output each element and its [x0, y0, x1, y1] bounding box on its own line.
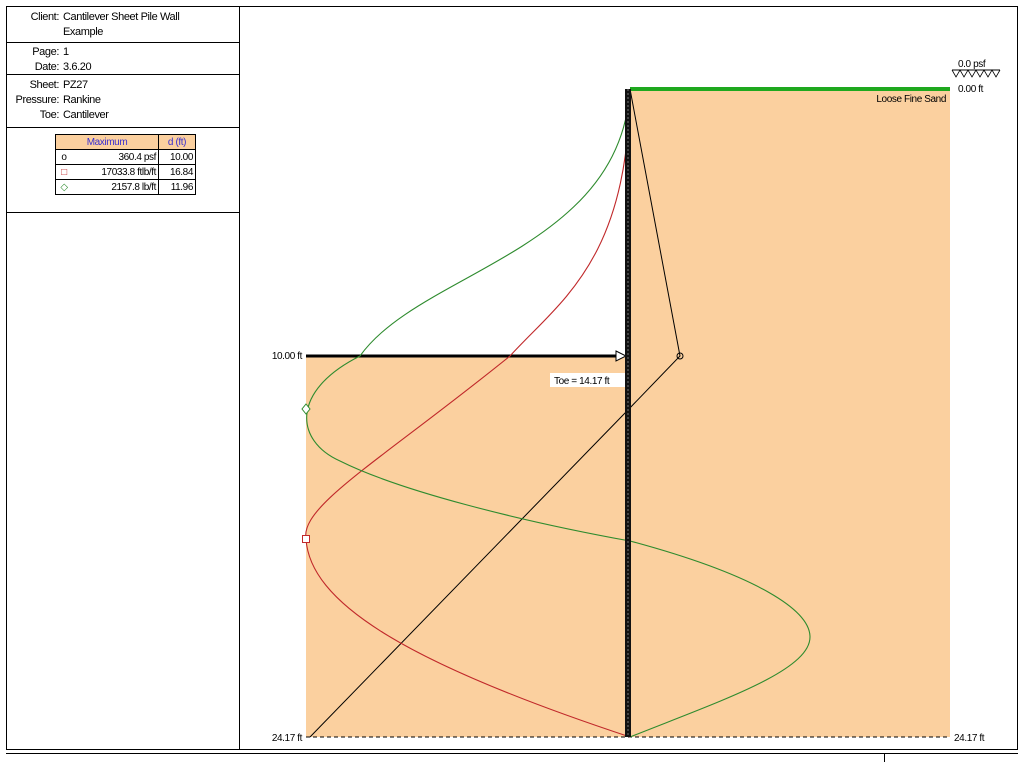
surcharge-label: 0.0 psf: [958, 59, 986, 70]
page-section: Page: 1 Date: 3.6.20: [7, 43, 239, 75]
bottom-elevation-left: 24.17 ft: [272, 733, 303, 744]
top-elevation-label: 0.00 ft: [958, 84, 984, 95]
toe-depth-label: Toe = 14.17 ft: [554, 376, 610, 387]
date-label: Date:: [34, 61, 60, 73]
client-section: Client: Cantilever Sheet Pile Wall Examp…: [7, 7, 239, 43]
pressure-value: Rankine: [63, 94, 101, 106]
max-shear-depth: 11.96: [158, 179, 196, 195]
page-label: Page:: [32, 46, 59, 58]
retained-soil: [630, 89, 950, 737]
max-pressure-value: 360.4 psf: [72, 149, 159, 165]
moment-max-marker: [302, 535, 310, 543]
sheet-pile-wall: [625, 89, 631, 737]
client-label: Client:: [30, 11, 60, 23]
excavated-side-soil: [306, 356, 630, 737]
maximum-header: Maximum: [55, 134, 159, 150]
report-frame: Client: Cantilever Sheet Pile Wall Examp…: [0, 0, 1024, 762]
info-panel: Client: Cantilever Sheet Pile Wall Examp…: [6, 6, 240, 750]
surcharge-icon: [951, 69, 1001, 78]
client-value: Cantilever Sheet Pile Wall: [63, 11, 180, 23]
toe-label: Toe:: [39, 109, 60, 121]
max-moment-value: 17033.8 ftlb/ft: [72, 164, 159, 180]
maxima-section: Maximum d (ft) o 360.4 psf 10.00 □ 17033…: [7, 128, 239, 213]
depth-header: d (ft): [158, 134, 196, 150]
toe-value: Cantilever: [63, 109, 109, 121]
diamond-marker-icon: ◇: [60, 181, 68, 193]
page-value: 1: [63, 46, 69, 58]
max-pressure-depth: 10.00: [158, 149, 196, 165]
soil-label: Loose Fine Sand: [876, 94, 946, 105]
table-row: o 360.4 psf 10.00: [55, 149, 196, 165]
square-marker-icon: □: [61, 166, 67, 178]
max-moment-depth: 16.84: [158, 164, 196, 180]
sheet-value: PZ27: [63, 79, 88, 91]
table-row: □ 17033.8 ftlb/ft 16.84: [55, 164, 196, 180]
client-value-line2: Example: [63, 26, 103, 38]
table-row: ◇ 2157.8 lb/ft 11.96: [55, 179, 196, 195]
date-value: 3.6.20: [63, 61, 92, 73]
pressure-label: Pressure:: [15, 94, 60, 106]
sheet-label: Sheet:: [29, 79, 60, 91]
maxima-table: Maximum d (ft) o 360.4 psf 10.00 □ 17033…: [55, 134, 196, 195]
design-section: Sheet: PZ27 Pressure: Rankine Toe: Canti…: [7, 75, 239, 128]
diagram-panel: 0.0 psf 0.00 ft Loose Fine Sand 10.00 ft…: [240, 6, 1018, 750]
wall-diagram: 0.0 psf 0.00 ft Loose Fine Sand 10.00 ft…: [272, 59, 1001, 744]
circle-marker-icon: o: [61, 151, 67, 163]
excavation-elevation-label: 10.00 ft: [272, 351, 303, 362]
bottom-elevation-right: 24.17 ft: [954, 733, 985, 744]
footer-strip: [6, 753, 1018, 762]
max-shear-value: 2157.8 lb/ft: [72, 179, 159, 195]
